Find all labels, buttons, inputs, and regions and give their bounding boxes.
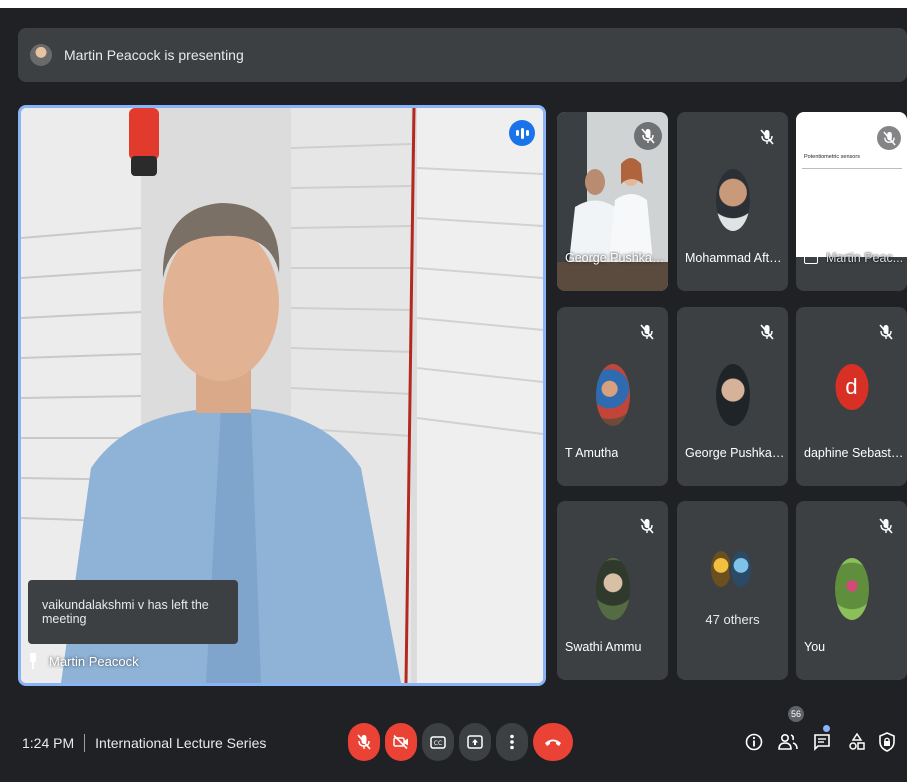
chat-icon [814,734,830,751]
meeting-title: International Lecture Series [95,735,267,751]
participants-count-badge: 56 [788,706,804,722]
participant-name: Swathi Ammu [565,640,642,654]
camera-off-icon [393,735,408,749]
presentation-icon [804,253,818,264]
present-now-button[interactable] [459,723,491,761]
presenter-avatar [30,44,52,66]
others-tile[interactable]: 47 others [677,501,788,680]
activities-icon [849,733,865,750]
present-screen-icon [467,735,483,749]
info-icon [745,733,763,751]
participant-initial-avatar: d [835,364,868,410]
participant-tile[interactable]: d daphine Sebastian [796,307,907,486]
top-edge [0,0,907,8]
meeting-details-button[interactable] [742,729,766,755]
people-button[interactable] [776,729,800,755]
host-controls-button[interactable] [875,729,899,755]
more-vert-icon [510,734,514,750]
camera-toggle-button[interactable] [385,723,417,761]
mic-toggle-button[interactable] [348,723,380,761]
self-avatar [834,558,869,620]
participant-avatar [595,364,630,426]
muted-mic-icon [634,122,662,150]
participant-tile[interactable]: T Amutha [557,307,668,486]
participant-name: Mohammad Aftab... [685,251,785,265]
presenting-text: Martin Peacock is presenting [64,47,244,63]
muted-mic-icon [756,126,778,148]
participant-tile[interactable]: George Pushkarev [557,112,668,291]
people-icon [778,733,798,750]
speaking-indicator-icon [509,120,535,146]
others-avatar-stack [708,549,757,589]
participant-left-toast: vaikundalakshmi v has left the meeting [28,580,238,644]
speaker-nameplate: Martin Peacock [27,653,139,669]
self-tile[interactable]: You [796,501,907,680]
separator [84,734,86,752]
participant-name: George Pushkarev [685,446,785,460]
participant-avatar [595,558,630,620]
others-count-label: 47 others [705,612,760,627]
muted-mic-icon [636,321,658,343]
hang-up-icon [545,739,561,746]
meeting-controls-bar: 1:24 PM International Lecture Series CC … [0,700,907,782]
slide-divider [802,168,902,169]
svg-text:CC: CC [434,740,442,747]
captions-button[interactable]: CC [422,723,454,761]
participant-name: T Amutha [565,446,619,460]
participant-avatar [715,169,750,231]
main-speaker-video[interactable]: vaikundalakshmi v has left the meeting M… [18,105,546,686]
muted-mic-icon [875,321,897,343]
participant-name: Martin Peac... [826,251,904,265]
muted-mic-icon [756,321,778,343]
muted-mic-icon [877,126,901,150]
leave-call-button[interactable] [533,723,573,761]
participant-tile[interactable]: George Pushkarev [677,307,788,486]
muted-mic-icon [875,515,897,537]
closed-captions-icon: CC [430,735,446,749]
meeting-details: 1:24 PM International Lecture Series [22,734,266,752]
mic-off-icon [357,734,371,750]
activities-button[interactable] [845,729,869,755]
muted-mic-icon [636,515,658,537]
participant-name: George Pushkarev [565,251,665,265]
speaker-name: Martin Peacock [49,653,139,669]
participant-name: daphine Sebastian [804,446,904,460]
current-time: 1:24 PM [22,735,75,751]
participant-avatar [715,364,750,426]
participant-tile[interactable]: Mohammad Aftab... [677,112,788,291]
participant-tile[interactable]: Swathi Ammu [557,501,668,680]
toast-text: vaikundalakshmi v has left the meeting [42,598,209,626]
screen-share-tile[interactable]: Potentiometric sensors Martin Peac... [796,112,907,291]
more-options-button[interactable] [496,723,528,761]
slide-title: Potentiometric sensors [804,154,860,160]
participant-name: You [804,640,826,654]
chat-button[interactable] [810,729,834,755]
presenting-banner[interactable]: Martin Peacock is presenting [18,28,907,82]
shield-lock-icon [879,732,895,752]
pin-icon[interactable] [27,653,39,669]
